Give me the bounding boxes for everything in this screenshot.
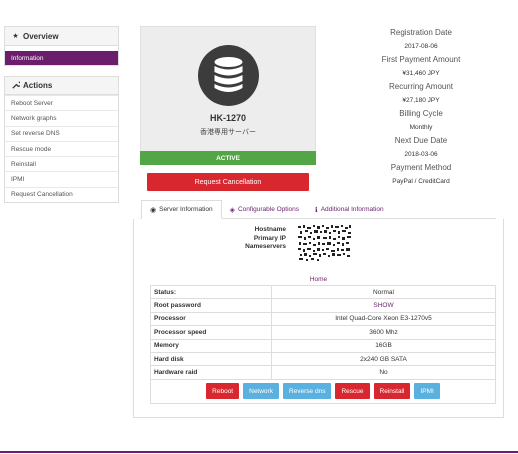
- billing-cycle-value: Monthly: [409, 123, 433, 131]
- recurring-amount-value: ¥27,180 JPY: [402, 96, 440, 104]
- row-label: Hard disk: [151, 352, 272, 366]
- row-value: 2x240 GB SATA: [360, 355, 407, 363]
- server-details-table: Status: Normal Root password SHOW Proces…: [150, 285, 496, 404]
- reinstall-button[interactable]: Reinstall: [373, 383, 411, 400]
- redacted-values-image: [297, 224, 353, 262]
- overview-header: ★ Overview: [5, 27, 118, 46]
- tab-label: Server Information: [159, 206, 213, 213]
- action-ipmi[interactable]: IPMI: [5, 171, 118, 186]
- action-reboot-server[interactable]: Reboot Server: [5, 95, 118, 110]
- server-information-panel: Hostname Primary IP Nameservers Home Sta…: [133, 219, 504, 418]
- info-icon: ℹ: [315, 206, 318, 214]
- tab-server-information[interactable]: ◉ Server Information: [141, 200, 222, 219]
- payment-method-label: Payment Method: [390, 163, 452, 172]
- rescue-button[interactable]: Rescue: [335, 383, 370, 400]
- row-label: Processor speed: [151, 326, 272, 339]
- footer-divider: [0, 451, 518, 453]
- nameservers-label: Nameservers: [245, 243, 286, 250]
- next-due-date-label: Next Due Date: [394, 136, 448, 145]
- action-request-cancellation[interactable]: Request Cancellation: [5, 186, 118, 202]
- table-row: Processor Intel Quad-Core Xeon E3-1270v5: [151, 312, 495, 327]
- table-row: Hard disk 2x240 GB SATA: [151, 352, 495, 367]
- row-value: 3600 Mhz: [369, 328, 398, 336]
- show-password-link[interactable]: SHOW: [272, 299, 495, 311]
- request-cancellation-button[interactable]: Request Cancellation: [147, 173, 309, 191]
- table-row: Memory 16GB: [151, 339, 495, 353]
- home-link[interactable]: Home: [134, 276, 503, 283]
- actions-header: Actions: [5, 77, 118, 95]
- table-row: Root password SHOW: [151, 299, 495, 313]
- row-label: Memory: [151, 339, 272, 352]
- reverse-dns-button[interactable]: Reverse dns: [282, 383, 332, 400]
- row-label: Processor: [151, 312, 272, 326]
- action-set-reverse-dns[interactable]: Set reverse DNS: [5, 125, 118, 141]
- row-value: Normal: [373, 288, 394, 296]
- registration-date-label: Registration Date: [390, 28, 452, 37]
- row-label: Root password: [151, 299, 272, 312]
- next-due-date-value: 2018-03-06: [404, 150, 438, 158]
- overview-title: Overview: [23, 31, 59, 41]
- tab-bar: ◉ Server Information ◈ Configurable Opti…: [140, 200, 496, 219]
- star-icon: ★: [12, 33, 19, 40]
- table-row: Hardware raid No: [151, 366, 495, 380]
- tab-configurable-options[interactable]: ◈ Configurable Options: [222, 200, 307, 219]
- sidebar-item-information[interactable]: Information: [5, 51, 118, 65]
- first-payment-value: ¥31,460 JPY: [402, 69, 440, 77]
- action-reinstall[interactable]: Reinstall: [5, 156, 118, 171]
- first-payment-label: First Payment Amount: [381, 55, 461, 64]
- billing-info: Registration Date 2017-08-06 First Payme…: [366, 26, 476, 188]
- table-row: Processor speed 3600 Mhz: [151, 326, 495, 340]
- cubes-icon: ◈: [229, 206, 235, 214]
- product-icon-circle: [198, 45, 259, 106]
- ipmi-button[interactable]: IPMI: [414, 383, 440, 400]
- tab-label: Additional Information: [320, 206, 384, 213]
- tab-label: Configurable Options: [237, 206, 300, 213]
- overview-panel: ★ Overview Information: [4, 26, 119, 66]
- row-value: No: [379, 369, 388, 377]
- registration-date-value: 2017-08-06: [404, 42, 438, 50]
- primary-ip-label: Primary IP: [253, 234, 286, 242]
- network-button[interactable]: Network: [243, 383, 279, 400]
- recurring-amount-label: Recurring Amount: [388, 82, 454, 91]
- action-rescue-mode[interactable]: Rescue mode: [5, 140, 118, 156]
- row-value: 16GB: [375, 342, 392, 350]
- action-button-row: Reboot Network Reverse dns Rescue Reinst…: [151, 380, 495, 403]
- product-name: HK-1270: [209, 113, 247, 123]
- hostname-label: Hostname: [254, 226, 286, 233]
- reboot-button[interactable]: Reboot: [206, 383, 240, 400]
- row-value: Intel Quad-Core Xeon E3-1270v5: [335, 315, 432, 323]
- action-network-graphs[interactable]: Network graphs: [5, 110, 118, 125]
- database-icon: [214, 57, 243, 92]
- globe-icon: ◉: [150, 206, 157, 214]
- table-row: Status: Normal: [151, 286, 495, 300]
- row-label: Status:: [151, 286, 272, 299]
- product-card: HK-1270 香港専用サーバー: [140, 26, 316, 155]
- wrench-icon: [11, 81, 21, 91]
- product-subtitle: 香港専用サーバー: [200, 129, 256, 136]
- row-label: Hardware raid: [151, 366, 272, 379]
- status-badge: ACTIVE: [140, 151, 316, 165]
- server-labels: Hostname Primary IP Nameservers: [134, 226, 286, 252]
- tab-additional-information[interactable]: ℹ Additional Information: [307, 200, 392, 219]
- billing-cycle-label: Billing Cycle: [399, 109, 443, 118]
- actions-title: Actions: [23, 81, 53, 90]
- actions-panel: Actions Reboot Server Network graphs Set…: [4, 76, 119, 204]
- payment-method-value: PayPal / CreditCard: [392, 177, 450, 185]
